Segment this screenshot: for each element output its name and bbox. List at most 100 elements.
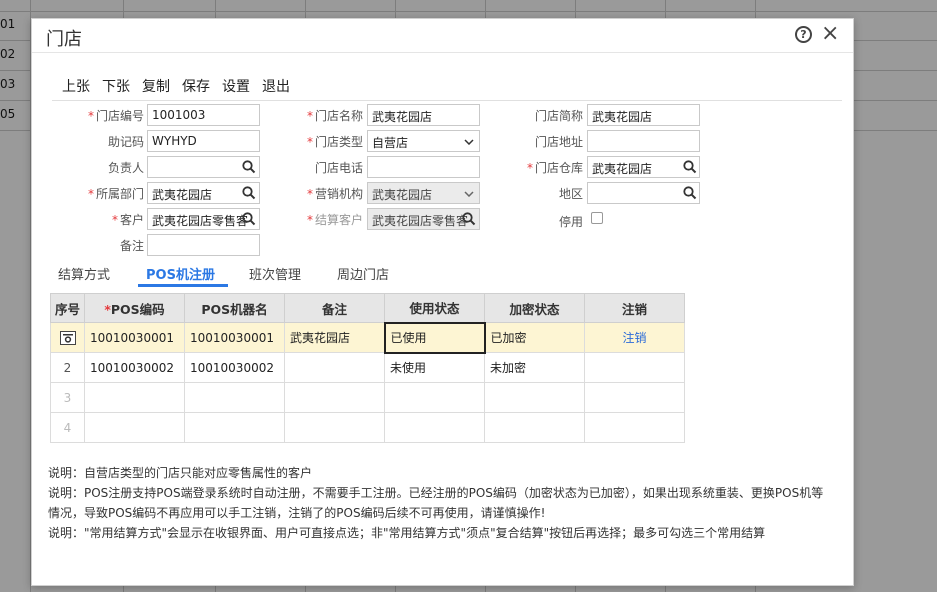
remark-label: 备注 [119, 239, 144, 253]
search-icon[interactable] [683, 186, 697, 200]
settings-button[interactable]: 设置 [222, 76, 250, 96]
manager-label: 负责人 [107, 161, 144, 175]
bg-row-label: 01 [0, 17, 16, 31]
bg-row-label: 03 [0, 77, 16, 91]
store-short-label: 门店简称 [534, 109, 583, 123]
col-header-use-status: 使用状态 [384, 293, 485, 323]
cell-pos-machine[interactable]: 10010030002 [184, 352, 285, 383]
dialog-header: 门店 ? × [32, 19, 853, 53]
store-type-label: * 门店类型 [306, 135, 363, 149]
cell-remark[interactable] [284, 412, 385, 443]
table-row[interactable]: 4 [50, 412, 685, 443]
prev-record-button[interactable]: 上张 [62, 76, 90, 96]
cell-use-status[interactable]: 已使用 [383, 321, 486, 354]
customer-label: * 客户 [111, 213, 144, 227]
cell-action[interactable] [584, 412, 685, 443]
tab-settlement[interactable]: 结算方式 [58, 264, 110, 283]
row-settings-icon[interactable] [59, 330, 76, 345]
store-dialog: 门店 ? × 上张 下张 复制 保存 设置 退出 * 门店编号 1001003 *… [31, 18, 854, 586]
deregister-link[interactable]: 注销 [584, 322, 685, 353]
cell-action[interactable] [584, 382, 685, 413]
store-phone-label: 门店电话 [314, 161, 363, 175]
cell-pos-machine[interactable] [184, 382, 285, 413]
store-address-input[interactable] [587, 130, 700, 152]
bg-row-label: 02 [0, 47, 16, 61]
col-header-pos-machine: POS机器名 [184, 293, 285, 323]
cell-remark[interactable] [284, 382, 385, 413]
chevron-down-icon [464, 191, 474, 197]
col-header-num: 序号 [50, 293, 85, 323]
cell-enc-status[interactable] [484, 412, 585, 443]
store-code-label: * 门店编号 [87, 109, 144, 123]
cell-enc-status[interactable]: 未加密 [484, 352, 585, 383]
cell-enc-status[interactable] [484, 382, 585, 413]
search-icon[interactable] [683, 160, 697, 174]
sales-org-value: 武夷花园店 [372, 188, 433, 202]
bg-row-label: 05 [0, 107, 16, 121]
cell-use-status[interactable] [384, 382, 485, 413]
cell-pos-machine[interactable] [184, 412, 285, 443]
cell-row-num: 2 [50, 352, 85, 383]
cell-use-status[interactable] [384, 412, 485, 443]
help-icon[interactable]: ? [795, 26, 812, 43]
col-header-pos-code: *POS编码 [84, 293, 185, 323]
search-icon[interactable] [242, 186, 256, 200]
settle-customer-label: * 结算客户 [306, 213, 363, 227]
table-header-row: 序号 *POS编码 POS机器名 备注 使用状态 加密状态 注销 [50, 293, 685, 323]
table-row[interactable]: 3 [50, 382, 685, 413]
table-row[interactable]: 2 10010030002 10010030002 未使用 未加密 [50, 352, 685, 383]
department-label: * 所属部门 [87, 187, 144, 201]
note-line: 说明："常用结算方式"会显示在收银界面、用户可直接点选；非"常用结算方式"须点"… [48, 526, 766, 540]
mnemonic-label: 助记码 [107, 135, 144, 149]
store-type-value: 自营店 [372, 136, 409, 150]
exit-button[interactable]: 退出 [262, 76, 290, 96]
chevron-down-icon [464, 139, 474, 145]
notes-section: 说明：自营店类型的门店只能对应零售属性的客户 说明：POS注册支持POS端登录系… [48, 463, 848, 543]
active-tab-indicator [138, 284, 228, 287]
col-header-remark: 备注 [284, 293, 385, 323]
next-record-button[interactable]: 下张 [102, 76, 130, 96]
cell-enc-status[interactable]: 已加密 [484, 322, 585, 353]
mnemonic-input[interactable]: WYHYD [147, 130, 260, 152]
toolbar: 上张 下张 复制 保存 设置 退出 [52, 73, 842, 101]
search-icon[interactable] [242, 212, 256, 226]
store-code-input[interactable]: 1001003 [147, 104, 260, 126]
cell-remark[interactable] [284, 352, 385, 383]
cell-pos-code[interactable] [84, 412, 185, 443]
cell-action[interactable] [584, 352, 685, 383]
pos-table: 序号 *POS编码 POS机器名 备注 使用状态 加密状态 注销 1001003… [50, 293, 685, 443]
table-row[interactable]: 10010030001 10010030001 武夷花园店 已使用 已加密 注销 [50, 321, 685, 354]
cell-row-num: 4 [50, 412, 85, 443]
cell-pos-code[interactable]: 10010030002 [84, 352, 185, 383]
note-line: 情况，导致POS编码不再应用可以手工注销，注销了的POS编码后续不可再使用，请谨… [48, 506, 546, 520]
sales-org-label: * 营销机构 [306, 187, 363, 201]
cell-pos-machine[interactable]: 10010030001 [184, 322, 285, 353]
store-phone-input[interactable] [367, 156, 480, 178]
col-header-action: 注销 [584, 293, 685, 323]
note-line: 说明：POS注册支持POS端登录系统时自动注册，不需要手工注册。已经注册的POS… [48, 486, 824, 500]
note-line: 说明：自营店类型的门店只能对应零售属性的客户 [48, 466, 313, 480]
col-header-enc-status: 加密状态 [484, 293, 585, 323]
search-icon [462, 212, 476, 226]
store-short-input[interactable]: 武夷花园店 [587, 104, 700, 126]
copy-button[interactable]: 复制 [142, 76, 170, 96]
tab-shift-management[interactable]: 班次管理 [249, 264, 301, 283]
cell-row-num: 3 [50, 382, 85, 413]
store-warehouse-label: * 门店仓库 [526, 161, 583, 175]
row-settings-cell[interactable] [50, 322, 85, 353]
disabled-checkbox[interactable] [591, 212, 603, 224]
close-icon[interactable]: × [821, 22, 839, 46]
cell-pos-code[interactable] [84, 382, 185, 413]
cell-use-status[interactable]: 未使用 [384, 352, 485, 383]
tab-pos-register[interactable]: POS机注册 [146, 264, 215, 283]
remark-input[interactable] [147, 234, 260, 256]
save-button[interactable]: 保存 [182, 76, 210, 96]
store-name-label: * 门店名称 [306, 109, 363, 123]
disabled-label: 停用 [558, 215, 583, 229]
search-icon[interactable] [242, 160, 256, 174]
cell-pos-code[interactable]: 10010030001 [84, 322, 185, 353]
store-name-input[interactable]: 武夷花园店 [367, 104, 480, 126]
tab-nearby-stores[interactable]: 周边门店 [337, 264, 389, 283]
store-address-label: 门店地址 [534, 135, 583, 149]
cell-remark[interactable]: 武夷花园店 [284, 322, 385, 353]
